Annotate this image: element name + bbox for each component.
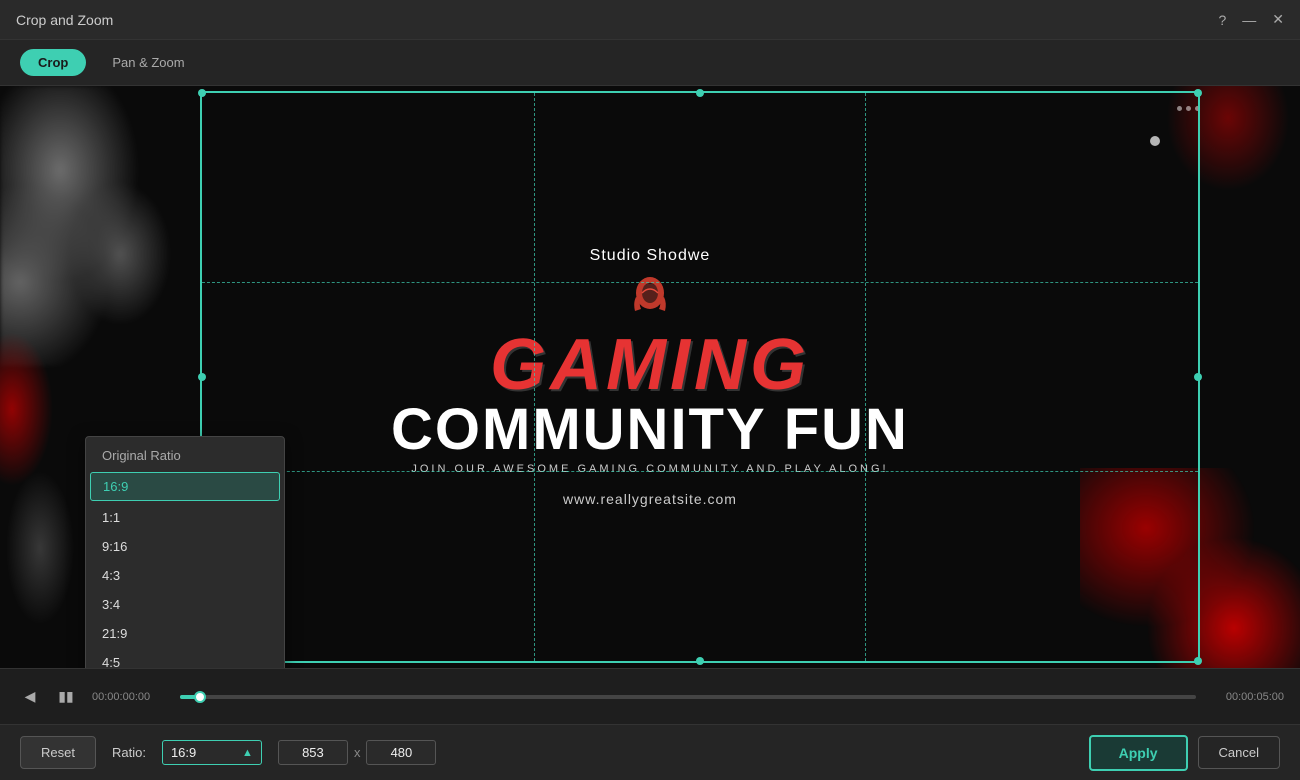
scrubber-thumb[interactable] <box>194 691 206 703</box>
scrubber-container: 00:00:00:00 00:00:05:00 <box>92 691 1284 703</box>
time-start: 00:00:00:00 <box>92 691 172 703</box>
reset-button[interactable]: Reset <box>20 736 96 769</box>
chevron-up-icon: ▲ <box>242 747 253 759</box>
ratio-dropdown-popup: Original Ratio 16:9 1:1 9:16 4:3 3:4 21:… <box>85 436 285 668</box>
play-controls: ◀ ▮▮ <box>16 683 80 711</box>
ratio-option-3-4[interactable]: 3:4 <box>86 590 284 619</box>
width-input[interactable] <box>278 740 348 765</box>
reset-btn[interactable]: Reset <box>20 736 96 769</box>
community-text: COMMUNITY FUN <box>360 401 940 459</box>
time-end: 00:00:05:00 <box>1204 691 1284 703</box>
ratio-option-1-1[interactable]: 1:1 <box>86 503 284 532</box>
join-text: JOIN OUR AWESOME GAMING COMMUNITY AND PL… <box>360 463 940 475</box>
ratio-select-box[interactable]: 16:9 ▲ <box>162 740 262 765</box>
splatter-br <box>1080 468 1300 668</box>
apply-button[interactable]: Apply <box>1089 735 1188 771</box>
scrubber-track[interactable] <box>180 695 1196 699</box>
ratio-option-21-9[interactable]: 21:9 <box>86 619 284 648</box>
ratio-option-9-16[interactable]: 9:16 <box>86 532 284 561</box>
timeline-bar: ◀ ▮▮ 00:00:00:00 00:00:05:00 <box>0 668 1300 724</box>
window-title: Crop and Zoom <box>16 12 113 28</box>
decoration-dots <box>1177 106 1200 111</box>
studio-name: Studio Shodwe <box>360 247 940 265</box>
crop-handle-ml[interactable] <box>198 373 206 381</box>
tabs-bar: Crop Pan & Zoom <box>0 40 1300 86</box>
dimension-separator: x <box>354 745 361 760</box>
ratio-option-4-3[interactable]: 4:3 <box>86 561 284 590</box>
crop-handle-mr[interactable] <box>1194 373 1202 381</box>
pause-button[interactable]: ▮▮ <box>52 683 80 711</box>
content-overlay: Studio Shodwe GAMING COMMUNITY FUN JOIN … <box>360 247 940 507</box>
prev-button[interactable]: ◀ <box>16 683 44 711</box>
crop-handle-tm[interactable] <box>696 89 704 97</box>
gaming-text: GAMING <box>360 329 940 401</box>
title-bar-controls: ? — ✕ <box>1218 11 1284 28</box>
title-bar-left: Crop and Zoom <box>16 12 113 28</box>
splatter-tr <box>1120 86 1300 246</box>
help-icon[interactable]: ? <box>1218 12 1226 28</box>
bottom-left: Reset Ratio: 16:9 ▲ x <box>20 736 436 769</box>
crop-handle-bm[interactable] <box>696 657 704 665</box>
dimension-box: x <box>278 740 437 765</box>
height-input[interactable] <box>366 740 436 765</box>
ratio-option-16-9[interactable]: 16:9 <box>90 472 280 501</box>
bottom-right: Apply Cancel <box>1089 735 1280 771</box>
minimize-icon[interactable]: — <box>1242 12 1256 28</box>
video-area: Studio Shodwe GAMING COMMUNITY FUN JOIN … <box>0 86 1300 668</box>
tab-crop[interactable]: Crop <box>20 49 86 76</box>
close-icon[interactable]: ✕ <box>1272 11 1284 28</box>
splatter-ml <box>0 319 60 499</box>
cancel-button[interactable]: Cancel <box>1198 736 1280 769</box>
main-area: Studio Shodwe GAMING COMMUNITY FUN JOIN … <box>0 86 1300 668</box>
tab-pan-zoom[interactable]: Pan & Zoom <box>94 49 202 76</box>
title-bar: Crop and Zoom ? — ✕ <box>0 0 1300 40</box>
logo-icon <box>625 271 675 321</box>
bottom-bar: Reset Ratio: 16:9 ▲ x Apply Cancel <box>0 724 1300 780</box>
ratio-select-value: 16:9 <box>171 745 236 760</box>
ratio-option-header[interactable]: Original Ratio <box>86 441 284 470</box>
ratio-option-4-5[interactable]: 4:5 <box>86 648 284 668</box>
decoration-dot <box>1150 136 1160 146</box>
website-text: www.reallygreatsite.com <box>360 491 940 507</box>
ratio-label: Ratio: <box>112 745 146 760</box>
